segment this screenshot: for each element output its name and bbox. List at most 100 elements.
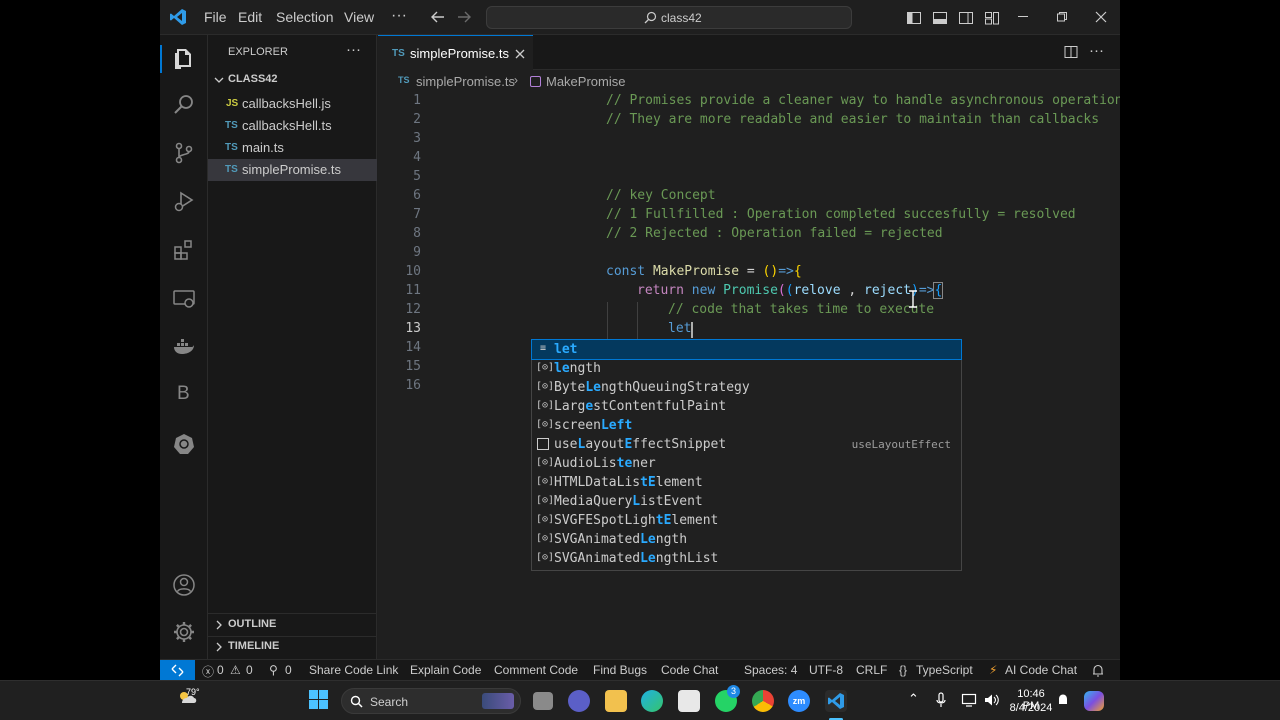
file-item[interactable]: JS callbacksHell.js	[208, 93, 377, 115]
remote-explorer-icon[interactable]	[172, 287, 196, 311]
b-extension-icon[interactable]: B	[177, 383, 190, 405]
variable-icon: [⊙]	[536, 362, 555, 373]
ai-code-chat[interactable]: AI Code Chat	[1005, 663, 1077, 677]
tray-chevron-up-icon[interactable]: ⌃	[908, 691, 919, 707]
explain-code[interactable]: Explain Code	[410, 663, 481, 677]
forward-arrow-icon[interactable]	[457, 10, 471, 24]
code-line-6: // key Concept	[606, 188, 716, 203]
snippet-icon	[537, 438, 549, 450]
manage-gear-icon[interactable]	[172, 620, 196, 644]
line-number: 3	[413, 131, 421, 146]
chevron-right-icon[interactable]	[214, 642, 224, 652]
split-editor-icon[interactable]	[1064, 45, 1078, 59]
file-item-selected[interactable]: TS simplePromise.ts	[208, 159, 377, 181]
customize-layout-icon[interactable]	[984, 10, 1000, 26]
suggestion-item[interactable]: [⊙] SVGAnimatedLengthList	[532, 549, 961, 568]
close-tab-icon[interactable]	[515, 49, 525, 59]
source-control-icon[interactable]	[172, 141, 196, 165]
copilot-icon[interactable]	[1084, 691, 1104, 711]
line-number: 9	[413, 245, 421, 260]
clock-date[interactable]: 8/4/2024	[1009, 702, 1053, 714]
chevron-right-icon[interactable]	[214, 620, 224, 630]
language-mode[interactable]: TypeScript	[916, 663, 973, 677]
timeline-section[interactable]: TIMELINE	[228, 640, 279, 652]
toggle-panel-icon[interactable]	[932, 10, 948, 26]
warning-icon: ⚠	[230, 663, 241, 677]
remote-indicator[interactable]	[160, 660, 195, 680]
ts-file-icon: TS	[225, 120, 238, 131]
tab-simplepromise[interactable]: TS simplePromise.ts	[378, 35, 533, 70]
suggestion-item[interactable]: [⊙] MediaQueryListEvent	[532, 492, 961, 511]
command-center-label: class42	[661, 11, 702, 25]
indentation[interactable]: Spaces: 4	[744, 663, 797, 677]
search-view-icon[interactable]	[172, 93, 196, 117]
zoom-icon[interactable]: zm	[788, 690, 810, 712]
code-line-12: // code that takes time to execute	[668, 302, 935, 317]
menu-view[interactable]: View	[344, 9, 374, 25]
suggestion-item[interactable]: useLayoutEffectSnippet useLayoutEffect	[532, 435, 961, 454]
chevron-down-icon[interactable]	[214, 75, 224, 85]
microphone-icon[interactable]	[936, 692, 946, 708]
explorer-more-icon[interactable]: ···	[346, 41, 361, 58]
line-number: 16	[405, 378, 421, 393]
notification-bell-icon[interactable]	[1057, 693, 1069, 707]
share-code-link[interactable]: Share Code Link	[309, 663, 398, 677]
edge-browser-icon[interactable]	[641, 690, 663, 712]
problems-indicator[interactable]: ⓧ 0 ⚠ 0	[202, 660, 264, 680]
explorer-files-icon[interactable]	[172, 47, 196, 71]
suggestion-item[interactable]: [⊙] SVGAnimatedLength	[532, 530, 961, 549]
line-ending[interactable]: CRLF	[856, 663, 887, 677]
ports-icon[interactable]: ⚲	[269, 663, 278, 677]
store-icon[interactable]	[678, 690, 700, 712]
suggestion-item[interactable]: [⊙] SVGFESpotLightElement	[532, 511, 961, 530]
code-chat[interactable]: Code Chat	[661, 663, 718, 677]
vscode-taskbar-icon[interactable]	[825, 690, 847, 712]
run-debug-icon[interactable]	[172, 189, 196, 213]
taskbar-search[interactable]: Search	[341, 688, 521, 714]
line-number: 7	[413, 207, 421, 222]
account-icon[interactable]	[172, 573, 196, 597]
windows-start-icon[interactable]	[309, 690, 329, 710]
suggestion-item[interactable]: [⊙] HTMLDataListElement	[532, 473, 961, 492]
more-menu-icon[interactable]: ···	[391, 7, 407, 25]
toggle-secondary-sidebar-icon[interactable]	[958, 10, 974, 26]
close-window-icon[interactable]	[1095, 11, 1107, 23]
menu-selection[interactable]: Selection	[276, 9, 334, 25]
folder-class42[interactable]: CLASS42	[228, 73, 278, 85]
suggestion-item[interactable]: ≡ let	[531, 339, 962, 360]
command-center[interactable]: class42	[486, 6, 852, 29]
extensions-icon[interactable]	[172, 238, 196, 262]
suggestion-item[interactable]: [⊙] screenLeft	[532, 416, 961, 435]
suggestion-item[interactable]: [⊙] length	[532, 359, 961, 378]
comment-code[interactable]: Comment Code	[494, 663, 578, 677]
ports-count[interactable]: 0	[285, 663, 292, 677]
breadcrumb-symbol[interactable]: MakePromise	[546, 74, 625, 89]
suggestion-item[interactable]: [⊙] ByteLengthQueuingStrategy	[532, 378, 961, 397]
volume-icon[interactable]	[983, 692, 999, 708]
network-icon[interactable]	[961, 692, 977, 708]
outline-section[interactable]: OUTLINE	[228, 618, 276, 630]
teams-chat-icon[interactable]	[568, 690, 590, 712]
toggle-primary-sidebar-icon[interactable]	[906, 10, 922, 26]
menu-file[interactable]: File	[204, 9, 227, 25]
menu-edit[interactable]: Edit	[238, 9, 262, 25]
encoding[interactable]: UTF-8	[809, 663, 843, 677]
editor-more-icon[interactable]: ···	[1089, 42, 1104, 59]
breadcrumb-file[interactable]: simplePromise.ts	[416, 74, 515, 89]
suggestion-item[interactable]: [⊙] AudioListener	[532, 454, 961, 473]
kubernetes-icon[interactable]	[172, 432, 196, 456]
docker-icon[interactable]	[172, 335, 196, 359]
file-item[interactable]: TS main.ts	[208, 137, 377, 159]
notifications-bell-icon[interactable]	[1092, 664, 1104, 677]
back-arrow-icon[interactable]	[431, 10, 445, 24]
file-item[interactable]: TS callbacksHell.ts	[208, 115, 377, 137]
chrome-icon[interactable]	[752, 690, 774, 712]
task-view-icon[interactable]	[533, 692, 553, 710]
restore-icon[interactable]	[1056, 11, 1068, 23]
minimize-icon[interactable]	[1018, 16, 1030, 18]
file-explorer-icon[interactable]	[605, 690, 627, 712]
line-number: 8	[413, 226, 421, 241]
code-line-10: const MakePromise = ()=>{	[606, 264, 802, 279]
find-bugs[interactable]: Find Bugs	[593, 663, 647, 677]
suggestion-item[interactable]: [⊙] LargestContentfulPaint	[532, 397, 961, 416]
